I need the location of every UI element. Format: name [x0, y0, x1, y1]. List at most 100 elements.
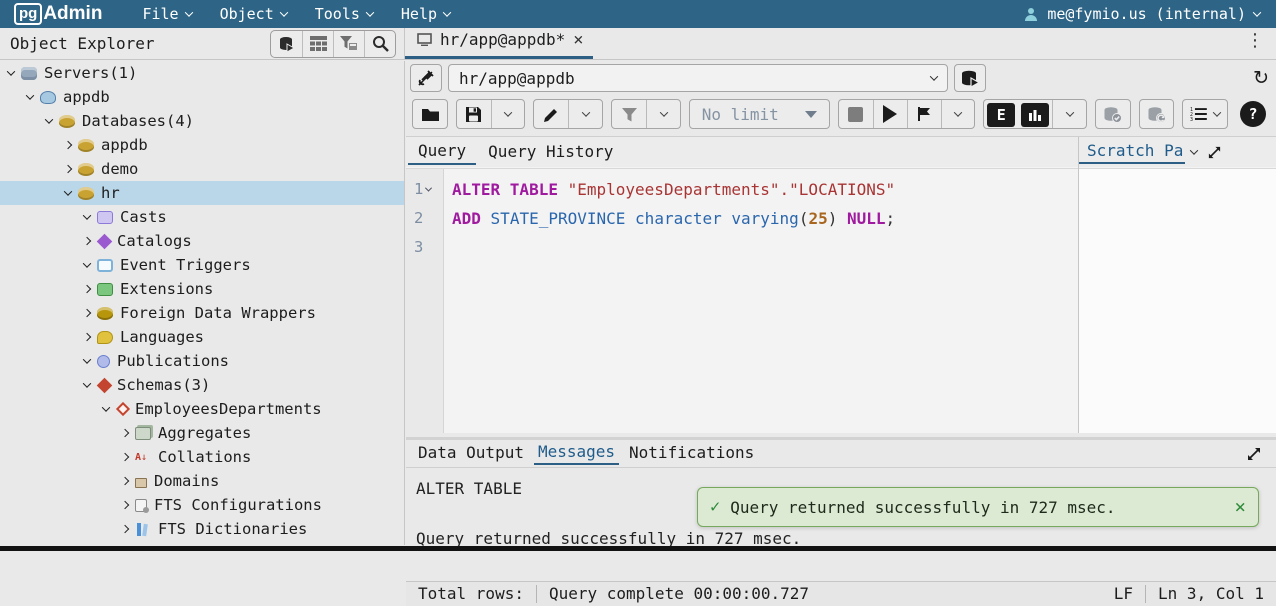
- commit-button[interactable]: [1096, 100, 1130, 128]
- execute-button[interactable]: [873, 100, 907, 128]
- collapse-chevron-icon[interactable]: [83, 379, 91, 387]
- tree-item-employeesdepartments[interactable]: EmployeesDepartments: [0, 397, 404, 421]
- explain-analyze-button[interactable]: [1021, 103, 1049, 127]
- tree-item-foreign-data-wrappers[interactable]: Foreign Data Wrappers: [0, 301, 404, 325]
- tree-item-appdb[interactable]: appdb: [0, 133, 404, 157]
- stop-button[interactable]: [839, 100, 873, 128]
- expand-icon[interactable]: [1207, 145, 1222, 160]
- new-connection-button[interactable]: [954, 64, 986, 92]
- connection-status-button[interactable]: [410, 64, 442, 92]
- expand-chevron-icon[interactable]: [121, 453, 129, 461]
- tree-item-label: Databases(4): [82, 112, 194, 130]
- edit-button[interactable]: [534, 100, 568, 128]
- sql-editor[interactable]: 123 ALTER TABLE "EmployeesDepartments"."…: [406, 168, 1078, 433]
- tree-item-fts-configurations[interactable]: FTS Configurations: [0, 493, 404, 517]
- filter-table-button[interactable]: [333, 31, 364, 57]
- search-button[interactable]: [364, 31, 395, 57]
- collapse-chevron-icon[interactable]: [83, 259, 91, 267]
- query-tool-tab[interactable]: hr/app@appdb* ×: [405, 27, 593, 59]
- expand-chevron-icon[interactable]: [64, 141, 72, 149]
- tab-query-history[interactable]: Query History: [478, 140, 623, 164]
- close-icon[interactable]: ×: [573, 30, 583, 50]
- code-line[interactable]: ADD STATE_PROVINCE character varying(25)…: [452, 204, 1078, 233]
- chevron-down-icon[interactable]: [1190, 146, 1198, 154]
- collapse-chevron-icon[interactable]: [64, 187, 72, 195]
- expand-chevron-icon[interactable]: [121, 429, 129, 437]
- code-line[interactable]: ALTER TABLE "EmployeesDepartments"."LOCA…: [452, 175, 1078, 204]
- tree-item-aggregates[interactable]: Aggregates: [0, 421, 404, 445]
- edit-dropdown-button[interactable]: [568, 100, 602, 128]
- tree-item-label: Foreign Data Wrappers: [120, 304, 316, 322]
- expand-icon[interactable]: [1246, 446, 1262, 462]
- expand-chevron-icon[interactable]: [83, 237, 91, 245]
- menu-tools[interactable]: Tools: [301, 0, 387, 28]
- expand-chevron-icon[interactable]: [121, 501, 129, 509]
- tree-item-extensions[interactable]: Extensions: [0, 277, 404, 301]
- menu-file[interactable]: File: [128, 0, 205, 28]
- languages-icon: [97, 331, 113, 344]
- tab-messages[interactable]: Messages: [534, 442, 619, 465]
- tree-item-publications[interactable]: Publications: [0, 349, 404, 373]
- collapse-chevron-icon[interactable]: [83, 355, 91, 363]
- tree-item-appdb[interactable]: appdb: [0, 85, 404, 109]
- fold-chevron-icon[interactable]: [425, 185, 432, 192]
- collapse-chevron-icon[interactable]: [83, 211, 91, 219]
- collapse-chevron-icon[interactable]: [45, 115, 53, 123]
- explain-button[interactable]: E: [987, 103, 1015, 127]
- tree-item-servers-1[interactable]: Servers(1): [0, 61, 404, 85]
- execute-dropdown-button[interactable]: [941, 100, 975, 128]
- open-file-button[interactable]: [413, 100, 447, 128]
- user-menu[interactable]: me@fymio.us (internal): [1023, 5, 1276, 23]
- tree-item-demo[interactable]: demo: [0, 157, 404, 181]
- rollback-button[interactable]: [1140, 100, 1174, 128]
- tree-item-collations[interactable]: Collations: [0, 445, 404, 469]
- expand-chevron-icon[interactable]: [121, 477, 129, 485]
- tab-notifications[interactable]: Notifications: [625, 443, 758, 464]
- filter-dropdown-button[interactable]: [646, 100, 680, 128]
- total-rows-label: Total rows:: [406, 585, 536, 603]
- output-tabs: Data Output Messages Notifications: [406, 440, 1276, 468]
- expand-chevron-icon[interactable]: [83, 333, 91, 341]
- expand-chevron-icon[interactable]: [64, 165, 72, 173]
- expand-chevron-icon[interactable]: [121, 525, 129, 533]
- database-action-button[interactable]: [271, 31, 302, 57]
- scratch-pad-tab[interactable]: Scratch Pa: [1079, 140, 1185, 164]
- filter-button[interactable]: [612, 100, 646, 128]
- collapse-chevron-icon[interactable]: [26, 91, 34, 99]
- explain-dropdown-button[interactable]: [1052, 100, 1086, 128]
- tree-item-fts-dictionaries[interactable]: FTS Dictionaries: [0, 517, 404, 541]
- menu-object[interactable]: Object: [206, 0, 301, 28]
- connection-selector[interactable]: hr/app@appdb: [448, 64, 948, 92]
- execute-macro-button[interactable]: [907, 100, 941, 128]
- tree-item-catalogs[interactable]: Catalogs: [0, 229, 404, 253]
- tree-item-label: Servers(1): [44, 64, 137, 82]
- refresh-icon[interactable]: ↻: [1252, 66, 1270, 90]
- tree-item-databases-4[interactable]: Databases(4): [0, 109, 404, 133]
- row-limit-dropdown[interactable]: No limit: [690, 100, 829, 128]
- publications-icon: [97, 355, 110, 368]
- expand-chevron-icon[interactable]: [83, 285, 91, 293]
- close-icon[interactable]: ×: [1235, 496, 1246, 518]
- tree-item-languages[interactable]: Languages: [0, 325, 404, 349]
- menu-help[interactable]: Help: [387, 0, 464, 28]
- help-button[interactable]: ?: [1240, 101, 1266, 127]
- tab-data-output[interactable]: Data Output: [414, 443, 528, 464]
- tab-query[interactable]: Query: [408, 139, 476, 165]
- grid-icon-button[interactable]: [302, 31, 333, 57]
- tree-item-domains[interactable]: Domains: [0, 469, 404, 493]
- save-dropdown-button[interactable]: [491, 100, 525, 128]
- tree-item-schemas-3[interactable]: Schemas(3): [0, 373, 404, 397]
- scratch-pad-textarea[interactable]: [1079, 168, 1276, 433]
- collapse-chevron-icon[interactable]: [7, 67, 15, 75]
- code-area[interactable]: ALTER TABLE "EmployeesDepartments"."LOCA…: [444, 169, 1078, 433]
- edit-options-dropdown[interactable]: 123: [1183, 100, 1227, 128]
- tree-item-hr[interactable]: hr: [0, 181, 404, 205]
- collapse-chevron-icon[interactable]: [102, 403, 110, 411]
- schema-icon: [116, 402, 130, 416]
- expand-chevron-icon[interactable]: [83, 309, 91, 317]
- code-line[interactable]: [452, 233, 1078, 262]
- tree-item-casts[interactable]: Casts: [0, 205, 404, 229]
- tree-item-event-triggers[interactable]: Event Triggers: [0, 253, 404, 277]
- kebab-menu-icon[interactable]: ⋮: [1246, 30, 1264, 51]
- save-button[interactable]: [457, 100, 491, 128]
